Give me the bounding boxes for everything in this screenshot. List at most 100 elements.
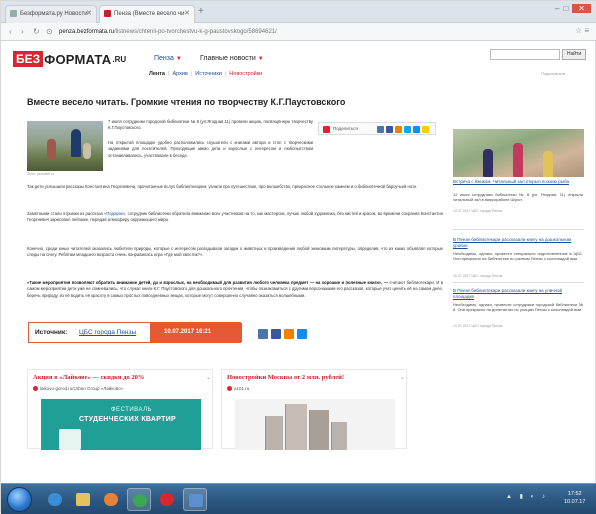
separator: | — [224, 71, 227, 77]
article-paragraph: 7 июля сотрудники городской библиотеки №… — [108, 119, 313, 131]
windows-taskbar: ▲ ▮ ◐ ♪ 17:52 10.07.17 — [1, 483, 596, 514]
maximize-icon[interactable]: □ — [563, 4, 572, 13]
subnav-new-buildings[interactable]: Новостройки — [229, 71, 262, 77]
taskbar-ie[interactable] — [43, 488, 67, 511]
sidebar-link[interactable]: В Пензе библиотекари рассказали книгу на… — [453, 237, 583, 248]
taskbar-app[interactable] — [183, 488, 207, 511]
separator: | — [168, 71, 170, 77]
sub-navigation: Лента | Архив | Источники | Новостройки — [149, 71, 262, 77]
close-window-icon[interactable]: ✕ — [572, 4, 591, 13]
window-app-icon — [189, 494, 203, 507]
banner-line: СТУДЕНЧЕСКИХ КВАРТИР — [79, 416, 177, 423]
folder-icon — [76, 493, 90, 506]
tab-article[interactable]: Пенза (Вместе весело чи ✕ — [99, 5, 195, 23]
inline-link[interactable]: Подарок — [106, 211, 123, 216]
sidebar-text: Необходимо, однако, провести сотрудники … — [453, 302, 583, 312]
close-tab-icon[interactable]: ✕ — [184, 6, 190, 22]
tab-bezformata[interactable]: Безформата.ру Новости ✕ — [5, 5, 97, 23]
article-photo[interactable] — [27, 121, 103, 171]
subnav-archive[interactable]: Архив — [172, 71, 187, 77]
taskbar-chrome[interactable] — [127, 488, 151, 511]
publish-date: 10.07.2017 16:21 — [150, 323, 242, 342]
back-icon[interactable]: ‹ — [9, 26, 12, 37]
site-dot-icon — [227, 386, 232, 391]
ad-site-label: a101.ru — [234, 386, 250, 391]
article-paragraph: «Такие мероприятия позволяют обратить вн… — [27, 280, 443, 326]
ad-title[interactable]: Новостройки Москвы от 2 млн. рублей! — [227, 374, 344, 381]
sidebar-photo[interactable] — [453, 129, 584, 177]
screen: Безформата.ру Новости ✕ Пенза (Вместе ве… — [0, 0, 596, 514]
browser-tab-bar: Безформата.ру Новости ✕ Пенза (Вместе ве… — [1, 1, 596, 23]
divider — [453, 282, 584, 283]
url-path: /listnews/chtenii-po-tvorchestvu-k-g-pau… — [114, 29, 277, 35]
browser-menu-icon[interactable]: ☆ ≡ — [575, 26, 589, 35]
photo-figure — [483, 149, 493, 177]
photo-figure — [83, 143, 91, 159]
sidebar-text: Необходимо, однако, провести специально … — [453, 251, 583, 261]
odnoklassniki-icon[interactable] — [395, 126, 402, 133]
chevron-down-icon[interactable]: ⌄ — [400, 374, 405, 381]
new-tab-icon[interactable]: + — [198, 7, 204, 17]
taskbar-clock[interactable]: 17:52 10.07.17 — [564, 490, 585, 506]
photo-figure — [71, 129, 81, 157]
taskbar-media[interactable] — [99, 488, 123, 511]
article-paragraph: На открытой площадке удобно расположилис… — [108, 140, 313, 158]
ad-site[interactable]: laikovo-gorod.ru/Urban Group «Лайково» — [33, 386, 123, 391]
facebook-share-icon[interactable] — [271, 329, 281, 339]
chevron-down-icon: ▼ — [175, 56, 182, 62]
ie-icon — [48, 493, 62, 506]
search-input[interactable] — [490, 49, 560, 60]
building-shape — [331, 422, 347, 450]
reload-icon[interactable]: ↻ — [33, 26, 40, 37]
taskbar-explorer[interactable] — [71, 488, 95, 511]
vk-icon[interactable] — [377, 126, 384, 133]
logo-domain: .RU — [112, 54, 127, 64]
odnoklassniki-share-icon[interactable] — [284, 329, 294, 339]
taskbar-yandex[interactable] — [155, 488, 179, 511]
forward-icon[interactable]: › — [21, 26, 24, 37]
sidebar-link[interactable]: В Пензе библиотекари рассказали книгу на… — [453, 288, 583, 299]
share-icon — [323, 126, 330, 133]
twitter-icon[interactable] — [404, 126, 411, 133]
vk-share-icon[interactable] — [258, 329, 268, 339]
main-news-label: Главные новости — [200, 55, 256, 62]
subnav-feed[interactable]: Лента — [149, 71, 165, 77]
search-button[interactable]: Найти — [562, 49, 586, 60]
clock-time: 17:52 — [567, 491, 582, 497]
address-bar-row: ‹ › ↻ ⊙ penza.bezformata.ru/listnews/cht… — [1, 23, 596, 41]
yandex-browser-icon — [160, 493, 174, 506]
photo-figure — [513, 143, 523, 177]
source-link[interactable]: ЦБС города Пензы — [79, 329, 136, 336]
site-info-icon[interactable]: ⊙ — [46, 26, 53, 37]
sidebar-text: 12 июля сотрудники библиотеки № 8 (ул. Я… — [453, 192, 583, 202]
url-host: penza.bezformata.ru — [59, 29, 115, 35]
mail-icon[interactable] — [413, 126, 420, 133]
tab-label: Безформата.ру Новости — [20, 11, 88, 17]
ad-block[interactable]: Новостройки Москвы от 2 млн. рублей! ⌄ a… — [221, 369, 407, 450]
ad-block[interactable]: Акция в «Лайкове» — скидки до 20% ⌄ laik… — [27, 369, 213, 450]
system-tray[interactable]: ▲ ▮ ◐ ♪ — [506, 493, 548, 500]
site-logo[interactable]: БЕЗ ФОРМАТА .RU — [13, 51, 126, 67]
ad-banner[interactable]: ФЕСТИВАЛЬ СТУДЕНЧЕСКИХ КВАРТИР — [41, 399, 201, 450]
tab-label: Пенза (Вместе весело чи — [114, 11, 185, 17]
site-dot-icon — [33, 386, 38, 391]
divider — [453, 229, 584, 230]
yandex-icon[interactable] — [422, 126, 429, 133]
main-news-menu[interactable]: Главные новости ▼ — [200, 55, 264, 62]
start-button[interactable] — [7, 487, 32, 512]
ad-title[interactable]: Акция в «Лайкове» — скидки до 20% — [33, 374, 144, 381]
ad-site[interactable]: a101.ru — [227, 386, 250, 391]
sidebar-link[interactable]: Встреча с ёжиком. Читальный зал открыл п… — [453, 179, 583, 185]
city-selector[interactable]: Пенза ▼ — [154, 55, 182, 62]
article-title: Вместе весело читать. Громкие чтения по … — [27, 97, 346, 107]
paragraph-text: Заметными стали отрывки из рассказа « — [27, 211, 107, 216]
ad-banner-buildings[interactable] — [235, 399, 395, 450]
close-tab-icon[interactable]: ✕ — [86, 6, 92, 22]
mail-share-icon[interactable] — [297, 329, 307, 339]
chevron-down-icon[interactable]: ⌄ — [206, 374, 211, 381]
subnav-sources[interactable]: Источники — [195, 71, 222, 77]
subscribe-link[interactable]: Подписаться — [541, 71, 565, 76]
facebook-icon[interactable] — [386, 126, 393, 133]
photo-figure — [543, 151, 553, 177]
url-field[interactable]: penza.bezformata.ru/listnews/chtenii-po-… — [59, 26, 529, 38]
